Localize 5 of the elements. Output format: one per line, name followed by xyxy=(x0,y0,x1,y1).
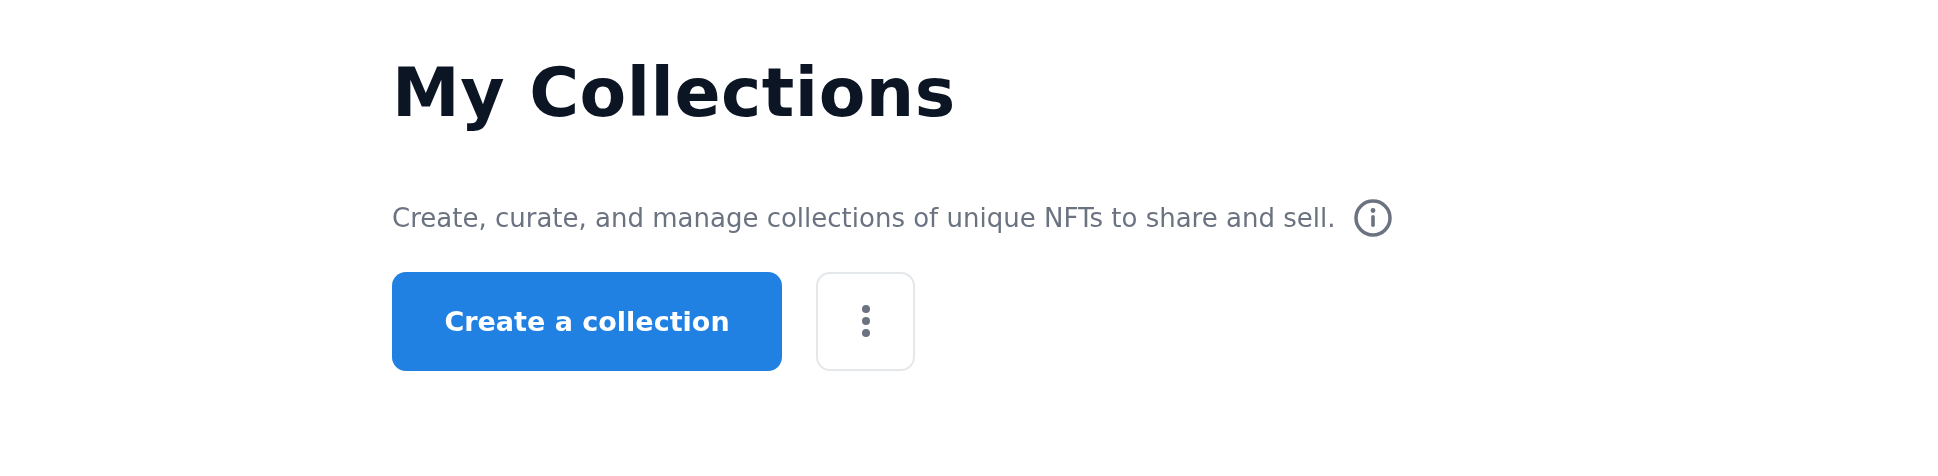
more-icon xyxy=(860,304,871,339)
page-description: Create, curate, and manage collections of unique NFTs to share and sell. xyxy=(392,202,1336,233)
create-collection-button[interactable]: Create a collection xyxy=(392,271,782,371)
page-title: My Collections xyxy=(392,52,957,134)
info-icon[interactable] xyxy=(1353,197,1394,238)
